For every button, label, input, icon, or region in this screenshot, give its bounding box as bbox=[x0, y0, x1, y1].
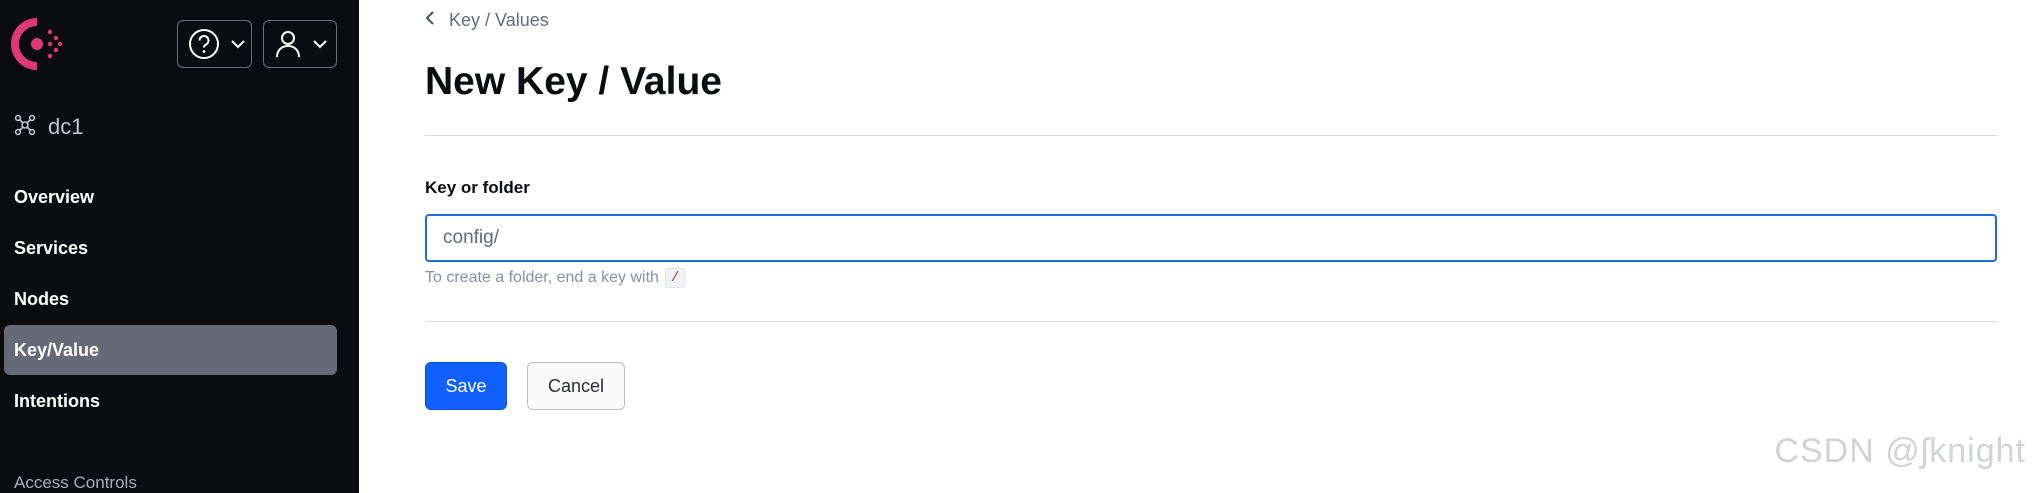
chevron-down-icon bbox=[230, 39, 246, 49]
datacenter-label: dc1 bbox=[48, 114, 84, 139]
page-title: New Key / Value bbox=[425, 60, 722, 103]
user-icon bbox=[274, 29, 302, 59]
key-input[interactable] bbox=[425, 214, 1997, 262]
sidebar-nav: Overview Services Nodes Key/Value Intent… bbox=[4, 172, 337, 427]
key-hint-code: / bbox=[664, 268, 686, 288]
sidebar-item-key-value[interactable]: Key/Value bbox=[4, 325, 337, 375]
main-content: Key / Values New Key / Value Key or fold… bbox=[359, 0, 2032, 493]
help-menu-button[interactable] bbox=[177, 20, 252, 68]
key-hint-text: To create a folder, end a key with bbox=[425, 269, 659, 286]
save-button[interactable]: Save bbox=[425, 362, 507, 410]
help-icon bbox=[188, 28, 220, 60]
breadcrumb-link[interactable]: Key / Values bbox=[449, 10, 549, 31]
sidebar-item-services[interactable]: Services bbox=[4, 223, 337, 273]
sidebar-section-heading: Access Controls bbox=[14, 473, 137, 492]
chevron-left-icon bbox=[425, 10, 435, 31]
key-field-label: Key or folder bbox=[425, 178, 530, 197]
chevron-down-icon bbox=[312, 39, 328, 49]
consul-logo[interactable] bbox=[10, 16, 64, 72]
sidebar-item-intentions[interactable]: Intentions bbox=[4, 376, 337, 426]
title-divider bbox=[425, 135, 1997, 136]
cancel-button[interactable]: Cancel bbox=[527, 362, 625, 410]
breadcrumb[interactable]: Key / Values bbox=[425, 6, 549, 34]
user-menu-button[interactable] bbox=[263, 20, 337, 68]
sidebar-item-nodes[interactable]: Nodes bbox=[4, 274, 337, 324]
form-divider bbox=[425, 321, 1997, 322]
key-hint: To create a folder, end a key with / bbox=[425, 268, 686, 288]
watermark: CSDN @ʃknight bbox=[1774, 432, 2026, 470]
sidebar: dc1 Overview Services Nodes Key/Value In… bbox=[0, 0, 359, 493]
datacenter-icon bbox=[14, 114, 36, 141]
datacenter-selector[interactable]: dc1 bbox=[14, 112, 83, 142]
sidebar-item-overview[interactable]: Overview bbox=[4, 172, 337, 222]
